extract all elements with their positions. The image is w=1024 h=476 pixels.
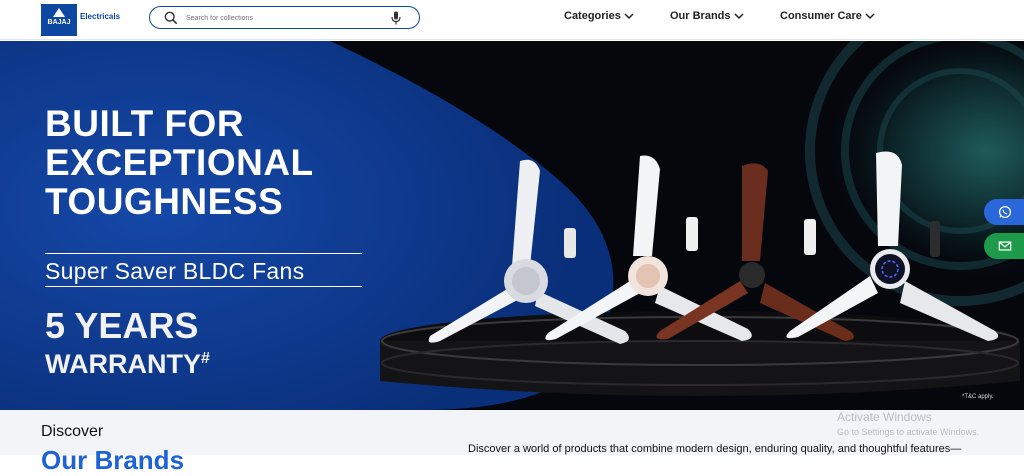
activate-windows-subtitle: Go to Settings to activate Windows.	[837, 427, 980, 437]
divider	[45, 286, 362, 287]
hero-title: BUILT FOR EXCEPTIONAL TOUGHNESS	[45, 103, 314, 222]
microphone-icon[interactable]	[391, 11, 401, 25]
our-brands-heading: Our Brands	[41, 445, 185, 475]
warranty-years: 5 YEARS	[45, 305, 199, 346]
hero-subtitle: Super Saver BLDC Fans	[45, 258, 305, 284]
discover-heading: Discover	[41, 423, 104, 440]
nav-consumer-care[interactable]: Consumer Care	[780, 10, 875, 22]
divider	[45, 253, 362, 254]
mail-button[interactable]	[984, 233, 1024, 259]
mail-icon	[998, 241, 1012, 251]
nav-categories[interactable]: Categories	[564, 10, 634, 22]
search-input[interactable]	[186, 10, 376, 26]
chevron-down-icon	[733, 13, 744, 20]
warranty-label: WARRANTY#	[45, 349, 210, 379]
logo-subtitle: Electricals	[80, 12, 121, 21]
terms-note: *T&C apply.	[962, 394, 994, 400]
discover-section: Discover Our Brands Discover a world of …	[0, 410, 1024, 475]
bajaj-logo[interactable]: BAJAJ	[41, 4, 77, 36]
whatsapp-icon	[998, 205, 1012, 219]
search-bar[interactable]	[149, 6, 420, 29]
whatsapp-button[interactable]	[984, 199, 1024, 225]
activate-windows-title: Activate Windows	[837, 410, 932, 424]
discover-text: Discover a world of products that combin…	[468, 443, 962, 455]
site-header: BAJAJ Electricals Categories Our Brands …	[0, 0, 1024, 40]
nav-our-brands[interactable]: Our Brands	[670, 10, 744, 22]
chevron-down-icon	[865, 13, 875, 20]
chevron-down-icon	[624, 13, 634, 20]
hero-banner[interactable]: BUILT FOR EXCEPTIONAL TOUGHNESS Super Sa…	[0, 41, 1024, 410]
search-icon[interactable]	[164, 11, 178, 25]
